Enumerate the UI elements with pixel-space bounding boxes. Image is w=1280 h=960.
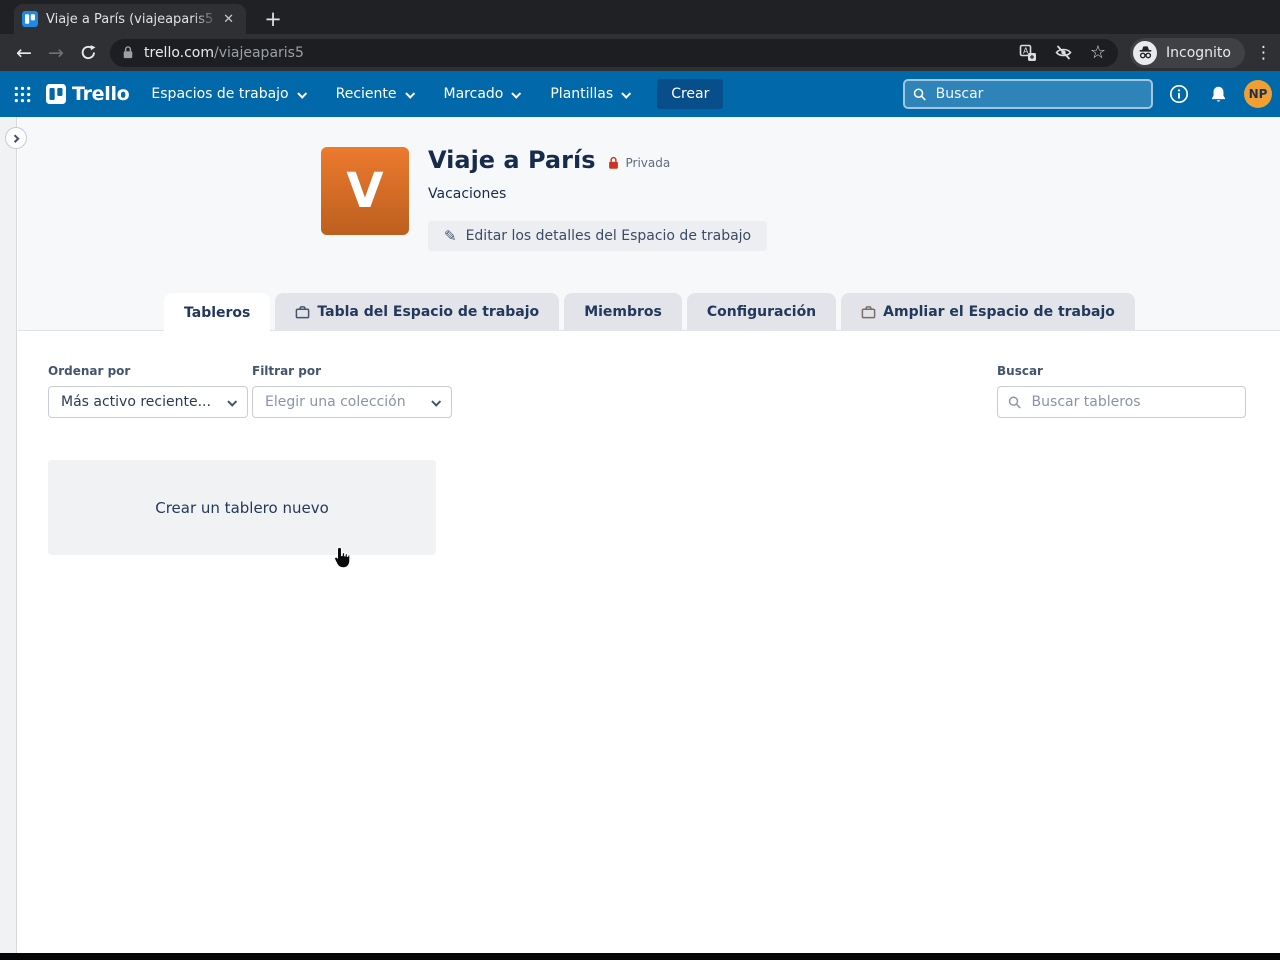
board-search-input[interactable] [1029,393,1235,411]
appbar-right: NP [903,79,1272,109]
board-search-label: Buscar [997,364,1043,378]
create-board-tile[interactable]: Crear un tablero nuevo [48,460,436,555]
reload-icon[interactable] [72,37,104,69]
search-icon [913,87,926,101]
chevron-down-icon [621,88,632,99]
premium-briefcase-icon [861,305,876,318]
bookmark-star-icon[interactable]: ☆ [1090,43,1106,62]
briefcase-icon [296,305,310,318]
url-host: trello.com [144,44,214,61]
nav-label: Plantillas [550,86,614,102]
trello-logo[interactable]: Trello [46,83,130,105]
tab-label: Tabla del Espacio de trabajo [317,304,540,320]
visibility-label: Privada [625,155,671,170]
edit-workspace-label: Editar los detalles del Espacio de traba… [465,228,752,244]
nav-label: Espacios de trabajo [151,86,289,102]
browser-tab-title: Viaje a París (viajeaparis5 [46,11,214,27]
workspace-description: Vacaciones [428,185,507,202]
chevron-down-icon [404,88,415,99]
nav-plantillas[interactable]: Plantillas [550,86,632,102]
incognito-badge: Incognito [1130,37,1245,68]
chevron-right-icon [11,134,20,143]
workspace-tabs: Tableros Tabla del Espacio de trabajo Mi… [164,293,1135,333]
forward-icon[interactable]: → [40,37,72,69]
url-text: trello.com/viajeaparis5 [144,45,304,61]
omnibox-icons: A ☆ [1019,43,1106,62]
workspace-header: Viaje a París Privada Vacaciones [428,146,670,202]
eye-off-icon[interactable] [1054,43,1073,62]
info-icon[interactable] [1166,81,1192,107]
chevron-down-icon [296,88,307,99]
nav-espacios-de-trabajo[interactable]: Espacios de trabajo [151,86,307,102]
bottom-bar [0,953,1280,960]
address-bar[interactable]: trello.com/viajeaparis5 A ☆ [110,38,1118,67]
expand-sidebar-button[interactable] [5,127,27,149]
mouse-pointer-cursor [334,547,351,569]
trello-app-bar: Trello Espacios de trabajo Reciente Marc… [0,71,1280,117]
browser-toolbar: ← → trello.com/viajeaparis5 A ☆ Incognit… [0,34,1280,71]
trello-logo-text: Trello [72,83,130,105]
tab-close-icon[interactable]: ✕ [219,13,238,26]
left-rail [0,117,17,953]
incognito-icon [1133,40,1157,65]
secure-lock-icon [123,46,133,59]
notifications-bell-icon[interactable] [1205,81,1231,107]
new-tab-button[interactable]: + [258,4,288,34]
user-avatar[interactable]: NP [1244,80,1272,108]
tab-ampliar-espacio[interactable]: Ampliar el Espacio de trabajo [841,293,1135,331]
url-path: /viajeaparis5 [214,44,304,61]
sort-by-label: Ordenar por [48,364,131,378]
apps-grid-icon[interactable] [8,80,36,108]
tab-tabla-espacio[interactable]: Tabla del Espacio de trabajo [275,293,560,331]
back-icon[interactable]: ← [8,37,40,69]
sort-by-select[interactable]: Más activo reciente... [48,386,248,418]
pencil-icon: ✎ [444,227,457,245]
filter-by-select[interactable]: Elegir una colección [252,386,452,418]
chevron-down-icon [431,396,442,407]
nav-label: Reciente [335,86,397,102]
filter-by-value: Elegir una colección [265,394,406,410]
chevron-down-icon [227,396,238,407]
browser-menu-icon[interactable]: ⋮ [1255,43,1272,63]
nav-marcado[interactable]: Marcado [443,86,522,102]
board-search[interactable] [997,386,1246,418]
edit-workspace-button[interactable]: ✎ Editar los detalles del Espacio de tra… [428,221,768,251]
create-button[interactable]: Crear [657,79,724,109]
screen: Viaje a París (viajeaparis5 ✕ + ← → trel… [0,0,1280,960]
translate-icon[interactable]: A [1019,44,1037,62]
workspace-title: Viaje a París [428,146,596,174]
nav-label: Marcado [443,86,504,102]
header-search[interactable] [903,79,1153,109]
workspace-avatar: V [321,147,409,235]
tab-configuracion[interactable]: Configuración [686,293,837,331]
sort-by-value: Más activo reciente... [61,394,211,410]
browser-tab-strip: Viaje a París (viajeaparis5 ✕ + [0,0,1280,34]
search-icon [1008,396,1021,409]
browser-tab[interactable]: Viaje a París (viajeaparis5 ✕ [14,4,246,34]
tab-label: Ampliar el Espacio de trabajo [883,304,1115,320]
filter-by-label: Filtrar por [252,364,322,378]
nav-reciente[interactable]: Reciente [335,86,415,102]
tab-miembros[interactable]: Miembros [564,293,682,331]
header-search-input[interactable] [933,85,1143,103]
private-lock-icon [609,156,619,169]
chevron-down-icon [511,88,522,99]
trello-favicon-icon [22,11,38,27]
tab-tableros[interactable]: Tableros [164,293,271,333]
trello-logo-icon [46,84,66,104]
incognito-label: Incognito [1166,44,1231,61]
visibility-badge: Privada [607,156,670,170]
